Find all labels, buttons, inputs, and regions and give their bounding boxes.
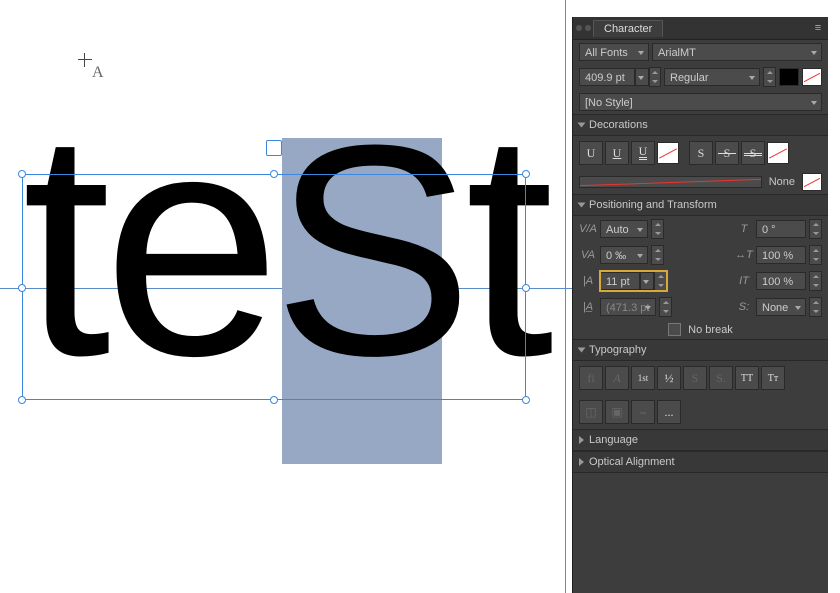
handle-mr[interactable]	[522, 284, 530, 292]
tracking-stepper[interactable]	[651, 245, 664, 265]
handle-bl[interactable]	[18, 396, 26, 404]
hscale-icon: ↔T	[735, 249, 753, 261]
strike-color-swatch[interactable]	[767, 142, 789, 164]
language-label: Language	[589, 434, 638, 446]
ligatures-button[interactable]: fi	[579, 366, 603, 390]
tracking-input[interactable]: 0 ‰	[600, 246, 648, 264]
leading-dropdown[interactable]	[640, 272, 654, 290]
decorations-header[interactable]: Decorations	[573, 114, 828, 136]
typo-extra-1[interactable]: ◫	[579, 400, 603, 424]
shear-input[interactable]: 0 °	[756, 220, 806, 238]
leading-stepper[interactable]	[654, 271, 667, 291]
typography-label: Typography	[589, 344, 646, 356]
kerning-icon: V/A	[579, 223, 597, 235]
font-size-stepper[interactable]	[649, 67, 661, 87]
smallcaps-button[interactable]: Tт	[761, 366, 785, 390]
panel-menu-icon[interactable]: ≡	[808, 22, 828, 34]
font-size-dropdown[interactable]	[635, 68, 649, 86]
optical-label: Optical Alignment	[589, 456, 675, 468]
hscale-stepper[interactable]	[809, 245, 822, 265]
nobreak-label: No break	[688, 324, 733, 336]
shear-icon: T	[735, 223, 753, 235]
decoration-gradient-bar[interactable]	[579, 176, 762, 188]
typography-more-button[interactable]: ...	[657, 400, 681, 424]
decoration-stop-swatch[interactable]	[802, 173, 822, 191]
paragraph-leading-icon: |A̲	[579, 301, 597, 313]
nobreak-checkbox[interactable]	[668, 323, 681, 336]
handle-br[interactable]	[522, 396, 530, 404]
handle-ml[interactable]	[18, 284, 26, 292]
baseline-icon: S:	[735, 301, 753, 313]
decoration-none-label: None	[769, 176, 795, 188]
ordinals-button[interactable]: 1st	[631, 366, 655, 390]
selection-bounding-box[interactable]	[22, 174, 526, 400]
positioning-header[interactable]: Positioning and Transform	[573, 194, 828, 216]
leading-input[interactable]: 11 pt	[600, 272, 640, 290]
font-size-input[interactable]: 409.9 pt	[579, 68, 635, 86]
strike-none-button[interactable]: S	[689, 141, 713, 165]
typography-header[interactable]: Typography	[573, 339, 828, 361]
language-header[interactable]: Language	[573, 429, 828, 451]
vscale-input[interactable]: 100 %	[756, 272, 806, 290]
tracking-icon: VA	[579, 249, 597, 261]
hscale-input[interactable]: 100 %	[756, 246, 806, 264]
kerning-input[interactable]: Auto	[600, 220, 648, 238]
decorations-label: Decorations	[589, 119, 648, 131]
paragraph-leading-input[interactable]: (471.3 pt	[600, 298, 656, 316]
close-icon[interactable]	[573, 25, 593, 31]
subscript-button[interactable]: S.	[709, 366, 733, 390]
text-fill-swatch[interactable]	[779, 68, 799, 86]
fractions-button[interactable]: ½	[657, 366, 681, 390]
baseline-dropdown[interactable]: None	[756, 298, 806, 316]
handle-tr[interactable]	[522, 170, 530, 178]
rotation-handle[interactable]	[266, 140, 282, 156]
typo-extra-3[interactable]: ⎯	[631, 400, 655, 424]
character-tab[interactable]: Character	[593, 20, 663, 37]
positioning-label: Positioning and Transform	[589, 199, 717, 211]
baseline-stepper[interactable]	[809, 297, 822, 317]
alternates-button[interactable]: A	[605, 366, 629, 390]
underline-none-button[interactable]: U	[579, 141, 603, 165]
font-family-dropdown[interactable]: ArialMT	[652, 43, 822, 61]
underline-color-swatch[interactable]	[657, 142, 679, 164]
canvas-area[interactable]: A teSt	[0, 0, 572, 593]
leading-icon: |A	[579, 275, 597, 287]
font-weight-dropdown[interactable]: Regular	[664, 68, 760, 86]
optical-header[interactable]: Optical Alignment	[573, 451, 828, 473]
paragraph-leading-stepper[interactable]	[659, 297, 672, 317]
strike-single-button[interactable]: S	[715, 141, 739, 165]
handle-tm[interactable]	[270, 170, 278, 178]
text-style-dropdown[interactable]: [No Style]	[579, 93, 822, 111]
strike-double-button[interactable]: S	[741, 141, 765, 165]
underline-single-button[interactable]: U	[605, 141, 629, 165]
font-filter-dropdown[interactable]: All Fonts	[579, 43, 649, 61]
handle-bm[interactable]	[270, 396, 278, 404]
guide-vertical[interactable]	[565, 0, 566, 593]
text-stroke-swatch[interactable]	[802, 68, 822, 86]
vscale-icon: IT	[735, 275, 753, 287]
allcaps-button[interactable]: TT	[735, 366, 759, 390]
panel-tabbar: Character ≡	[573, 17, 828, 40]
font-weight-stepper[interactable]	[763, 67, 776, 87]
handle-tl[interactable]	[18, 170, 26, 178]
underline-double-button[interactable]: U	[631, 141, 655, 165]
shear-stepper[interactable]	[809, 219, 822, 239]
typo-extra-2[interactable]: ▣	[605, 400, 629, 424]
character-panel: Character ≡ All Fonts ArialMT 409.9 pt R…	[572, 17, 828, 593]
vscale-stepper[interactable]	[809, 271, 822, 291]
kerning-stepper[interactable]	[651, 219, 664, 239]
superscript-button[interactable]: S	[683, 366, 707, 390]
